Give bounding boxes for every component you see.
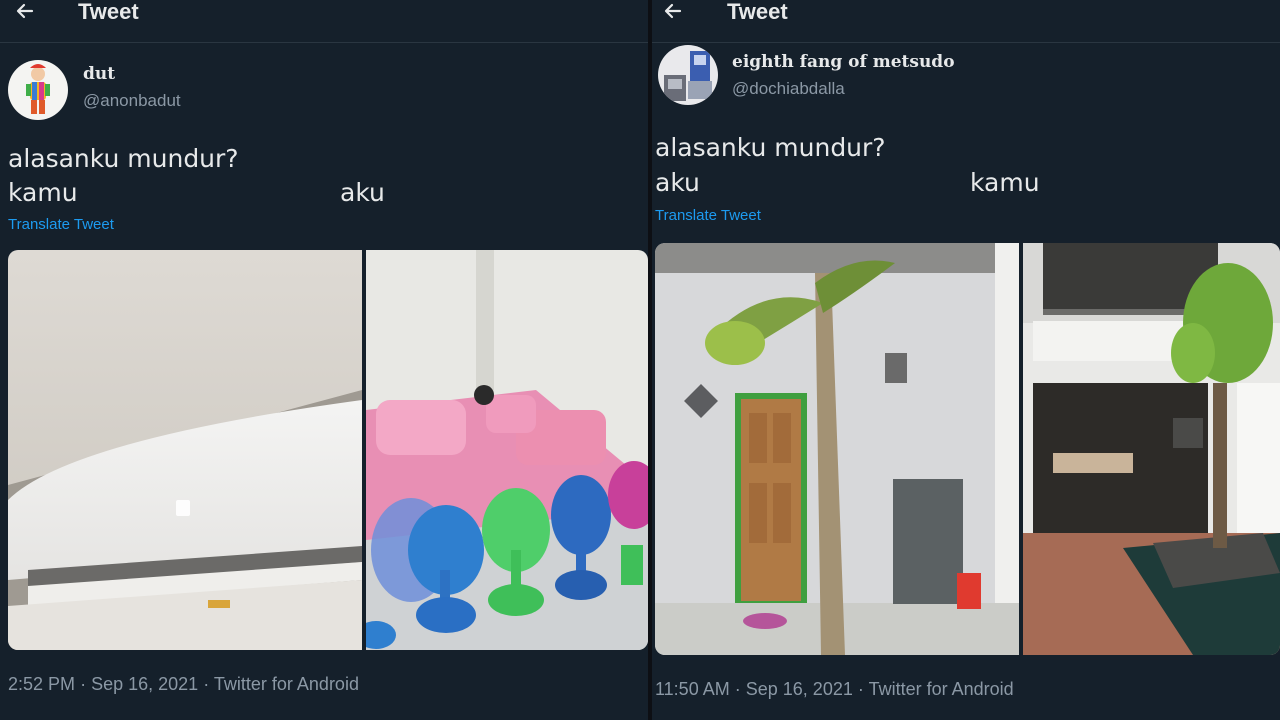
tweet-date: Sep 16, 2021 <box>91 674 199 694</box>
arrow-left-icon[interactable] <box>662 0 690 26</box>
tweet-timestamp[interactable]: 11:50 AM · Sep 16, 2021 · Twitter for An… <box>655 679 1014 700</box>
avatar[interactable] <box>658 45 718 105</box>
tweet-media[interactable] <box>655 243 1280 655</box>
header-title: Tweet <box>727 0 788 24</box>
bedroom-fans-photo[interactable] <box>366 250 648 650</box>
display-name[interactable]: dut <box>83 64 115 84</box>
tweet-label-aku: aku <box>655 168 700 197</box>
tweet-text-line: alasanku mundur? <box>8 144 239 173</box>
tweet-header: Tweet <box>0 0 648 43</box>
tweet-time: 11:50 AM <box>655 679 730 699</box>
tweet-label-aku: aku <box>340 178 385 207</box>
tweet-label-kamu: kamu <box>970 168 1040 197</box>
house-door-photo[interactable] <box>655 243 1019 655</box>
tweet-text-line: alasanku mundur? <box>655 133 886 162</box>
tweet-media[interactable] <box>8 250 648 650</box>
tweet-timestamp[interactable]: 2:52 PM · Sep 16, 2021 · Twitter for And… <box>8 674 359 695</box>
clown-avatar-image <box>8 60 68 120</box>
translate-tweet-link[interactable]: Translate Tweet <box>8 216 114 233</box>
tweet-time: 2:52 PM <box>8 674 76 694</box>
robot-avatar-image <box>658 45 718 105</box>
display-name[interactable]: eighth fang of metsudo <box>732 52 955 72</box>
translate-tweet-link[interactable]: Translate Tweet <box>655 207 761 224</box>
modern-courtyard-photo[interactable] <box>1023 243 1280 655</box>
user-handle[interactable]: @anonbadut <box>83 91 181 111</box>
avatar[interactable] <box>8 60 68 120</box>
tweet-date: Sep 16, 2021 <box>745 679 853 699</box>
tweet-header: Tweet <box>652 0 1280 43</box>
tweet-source[interactable]: Twitter for Android <box>214 674 359 694</box>
tweet-label-kamu: kamu <box>8 178 78 207</box>
meta-separator: · <box>203 674 210 694</box>
user-handle[interactable]: @dochiabdalla <box>732 79 845 99</box>
tweet-panel-right: Tweet eighth fang of metsudo @dochiabdal… <box>652 0 1280 720</box>
arrow-left-icon[interactable] <box>14 0 42 26</box>
header-title: Tweet <box>78 0 139 24</box>
meta-separator: · <box>734 679 741 699</box>
meta-separator: · <box>857 679 864 699</box>
air-conditioner-photo[interactable] <box>8 250 362 650</box>
tweet-source[interactable]: Twitter for Android <box>869 679 1014 699</box>
meta-separator: · <box>80 674 87 694</box>
tweet-panel-left: Tweet dut @anonbadut alasanku mundur? ka… <box>0 0 648 720</box>
